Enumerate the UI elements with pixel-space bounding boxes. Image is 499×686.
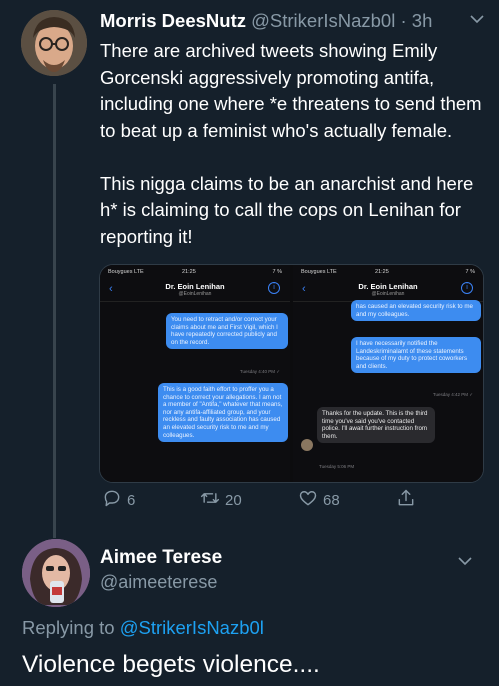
tweet-paragraph-1: There are archived tweets showing Emily …	[100, 40, 482, 141]
message-bubble-outgoing: This is a good faith effort to proffer y…	[158, 383, 288, 443]
battery-label: 7 %	[465, 269, 475, 275]
message-nav-bar: ‹ Dr. Eoin Lenihan @EoinLenihan i	[293, 279, 483, 302]
avatar-portrait-image	[22, 539, 90, 607]
tweet-reply[interactable]: Aimee Terese @aimeeterese Replying to @S…	[0, 530, 499, 686]
info-icon: i	[461, 282, 473, 294]
message-timestamp: Tuesday 5:06 PM	[319, 464, 355, 469]
tweet-actions: 6 20 68	[100, 488, 485, 514]
avatar[interactable]	[21, 10, 87, 76]
share-icon	[396, 488, 416, 512]
separator-dot: ·	[400, 10, 407, 31]
status-bar: Bouygues LTE 21:25 7 %	[293, 269, 483, 277]
replying-to-label: Replying to	[22, 617, 115, 638]
heart-icon	[298, 488, 318, 512]
message-timestamp: Tuesday 4:42 PM ✓	[432, 392, 473, 397]
phone-screenshot-right: Bouygues LTE 21:25 7 % ‹ Dr. Eoin Leniha…	[293, 265, 483, 482]
tweet-main[interactable]: Morris DeesNutz @StrikerIsNazb0l · 3h Th…	[0, 0, 499, 538]
clock-label: 21:25	[375, 269, 389, 275]
replying-to-line: Replying to @StrikerIsNazb0l	[22, 617, 264, 639]
contact-handle: @EoinLenihan	[178, 291, 212, 297]
battery-label: 7 %	[272, 269, 282, 275]
reply-count: 6	[127, 491, 136, 509]
reply-button[interactable]: 6	[102, 488, 135, 512]
tweet-media-image[interactable]: Bouygues LTE 21:25 7 % ‹ Dr. Eoin Leniha…	[99, 264, 484, 483]
message-bubble-outgoing: has caused an elevated security risk to …	[351, 300, 481, 322]
avatar[interactable]	[22, 539, 90, 607]
message-bubble-outgoing: You need to retract and/or correct your …	[166, 313, 288, 350]
timestamp[interactable]: 3h	[412, 10, 433, 31]
reply-icon	[102, 488, 122, 512]
chevron-down-icon[interactable]	[457, 554, 473, 572]
carrier-label: Bouygues LTE	[301, 269, 337, 275]
phone-screenshot-left: Bouygues LTE 21:25 7 % ‹ Dr. Eoin Leniha…	[100, 265, 290, 482]
tweet-text: There are archived tweets showing Emily …	[100, 38, 485, 250]
replying-to-link[interactable]: @StrikerIsNazb0l	[120, 617, 264, 638]
status-bar: Bouygues LTE 21:25 7 %	[100, 269, 290, 277]
tweet-header: Morris DeesNutz @StrikerIsNazb0l · 3h	[100, 10, 485, 36]
contact-name: Dr. Eoin Lenihan	[358, 282, 418, 291]
avatar-portrait-image	[21, 10, 87, 76]
tweet-paragraph-2: This nigga claims to be an anarchist and…	[100, 172, 474, 247]
contact-name: Dr. Eoin Lenihan	[165, 282, 225, 291]
carrier-label: Bouygues LTE	[108, 269, 144, 275]
message-bubble-outgoing: I have necessarily notified the Landeskr…	[351, 337, 481, 374]
thread-line	[53, 84, 56, 538]
retweet-count: 20	[225, 491, 242, 509]
clock-label: 21:25	[182, 269, 196, 275]
info-icon: i	[268, 282, 280, 294]
like-count: 68	[323, 491, 340, 509]
contact-avatar	[301, 439, 313, 451]
message-bubble-incoming: Thanks for the update. This is the third…	[317, 407, 435, 444]
like-button[interactable]: 68	[298, 488, 340, 512]
retweet-icon	[200, 488, 220, 512]
chevron-down-icon[interactable]	[469, 12, 485, 30]
handle[interactable]: @aimeeterese	[100, 572, 217, 593]
display-name[interactable]: Aimee Terese	[100, 547, 222, 569]
message-timestamp: Tuesday 4:40 PM ✓	[239, 369, 280, 374]
retweet-button[interactable]: 20	[200, 488, 242, 512]
display-name[interactable]: Morris DeesNutz	[100, 10, 246, 31]
handle[interactable]: @StrikerIsNazb0l	[251, 10, 395, 31]
contact-handle: @EoinLenihan	[371, 291, 405, 297]
tweet-text: Violence begets violence....	[22, 651, 320, 678]
share-button[interactable]	[396, 488, 416, 512]
message-nav-bar: ‹ Dr. Eoin Lenihan @EoinLenihan i	[100, 279, 290, 302]
